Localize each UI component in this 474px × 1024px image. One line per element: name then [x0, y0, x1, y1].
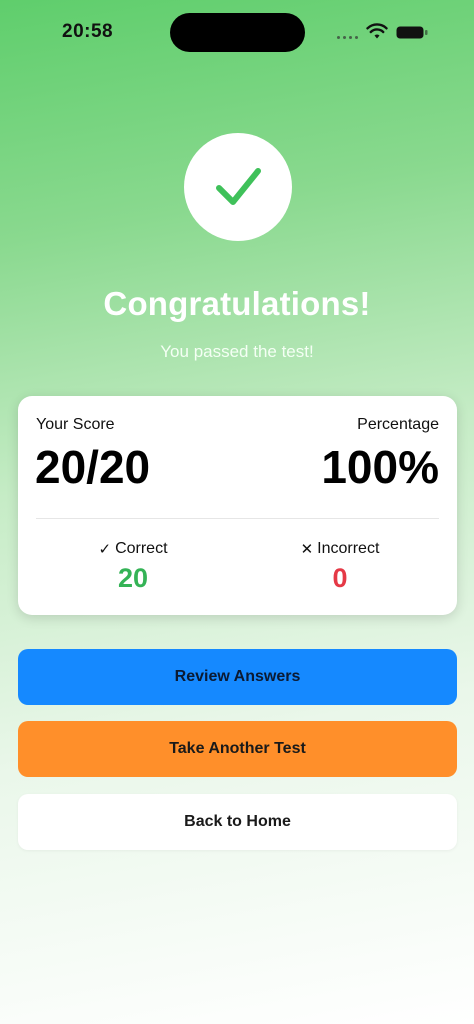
incorrect-stat: ✕ Incorrect 0	[260, 540, 420, 594]
correct-count: 20	[117, 563, 149, 593]
percentage-label: Percentage	[357, 416, 439, 433]
status-time: 20:58	[62, 21, 114, 42]
wifi-icon	[366, 23, 388, 39]
score-value: 20/20	[35, 441, 151, 493]
take-another-test-button[interactable]: Take Another Test	[18, 721, 457, 777]
x-mark-icon: ✕	[300, 541, 314, 558]
score-label: Your Score	[36, 416, 115, 433]
cellular-signal-icon	[337, 36, 358, 39]
status-bar: 20:58	[0, 0, 474, 66]
correct-label: Correct	[115, 540, 168, 557]
incorrect-count: 0	[332, 563, 348, 593]
result-subtitle: You passed the test!	[160, 342, 314, 361]
back-to-home-button[interactable]: Back to Home	[18, 794, 457, 850]
battery-icon	[396, 26, 428, 39]
incorrect-label: Incorrect	[317, 540, 380, 557]
correct-stat: ✓ Correct 20	[53, 540, 213, 594]
percentage-value: 100%	[321, 441, 439, 493]
card-divider	[36, 518, 439, 519]
results-screen: 20:58 Congratulations! You passed the te…	[0, 0, 474, 1024]
score-card: Your Score 20/20 Percentage 100% ✓ Corre…	[18, 396, 457, 615]
review-answers-button[interactable]: Review Answers	[18, 649, 457, 705]
checkmark-icon	[216, 168, 261, 205]
checkmark-small-icon: ✓	[98, 541, 112, 558]
dynamic-island	[170, 13, 305, 52]
success-badge	[184, 133, 292, 241]
result-title: Congratulations!	[103, 285, 371, 322]
